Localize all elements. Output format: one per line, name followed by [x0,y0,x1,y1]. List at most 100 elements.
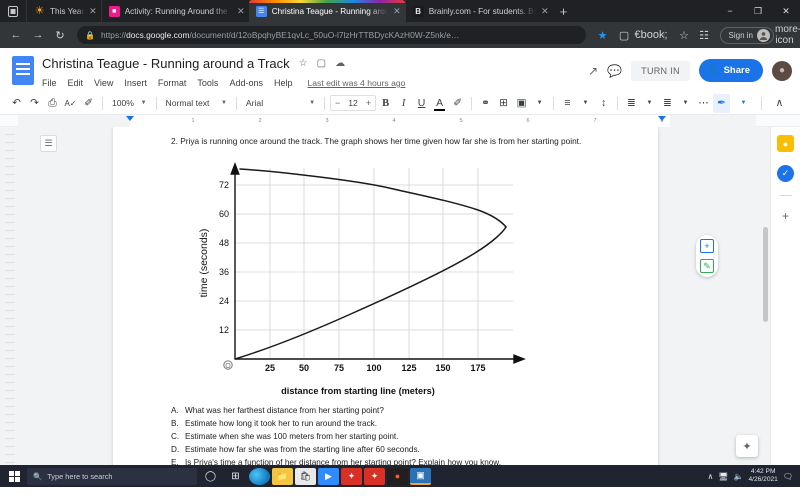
google-keep-icon[interactable]: ● [777,135,794,152]
cortana-icon[interactable]: ◯ [199,467,222,486]
document-outline-icon[interactable]: ☰ [40,135,57,152]
immersive-reader-icon[interactable]: €book; [635,29,668,41]
print-button[interactable]: ⎙ [44,94,61,113]
menu-format[interactable]: Format [158,78,187,88]
windows-start-icon[interactable] [3,470,25,482]
menu-view[interactable]: View [94,78,113,88]
tray-chevron-icon[interactable]: ∧ [708,472,714,481]
suggest-edit-icon[interactable]: ✎ [700,259,714,273]
google-docs-logo[interactable] [12,56,34,85]
insert-image-button[interactable]: ▣ [513,94,530,113]
browser-tab-christina-teague[interactable]: ☰ Christina Teague - Running arou ✕ [248,0,405,22]
file-explorer-icon[interactable]: 📁 [272,467,293,485]
highlight-color-button[interactable]: ✐ [449,94,466,113]
menu-edit[interactable]: Edit [68,78,84,88]
align-button[interactable]: ≡ [559,94,576,113]
network-icon[interactable]: 🖥 [718,472,728,481]
close-icon[interactable]: ✕ [393,6,401,17]
ruler-track[interactable]: 1 2 3 4 5 6 7 8 [18,114,756,127]
spellcheck-button[interactable]: A✓ [62,94,79,113]
forward-button[interactable]: → [28,29,48,41]
left-indent-marker[interactable] [126,115,134,121]
list-item[interactable]: C. Estimate when she was 100 meters from… [171,431,600,444]
italic-button[interactable]: I [395,94,412,113]
volume-icon[interactable]: 🔈 [734,472,744,481]
page-title[interactable]: Christina Teague - Running around a Trac… [42,56,290,71]
page-scroll-area[interactable]: ☰ 2. Priya is running once around the tr… [18,127,770,465]
line-spacing-button[interactable]: ↕ [595,94,612,113]
menu-help[interactable]: Help [274,78,293,88]
browser-tab-this-year[interactable]: ☀ This Year ✕ [26,0,101,22]
list-item[interactable]: B. Estimate how long it took her to run … [171,418,600,431]
clock[interactable]: 4:42 PM 4/26/2021 [749,468,778,484]
vertical-scrollbar[interactable] [763,227,768,322]
add-on-plus-icon[interactable]: + [782,209,789,223]
question-text[interactable]: 2. Priya is running once around the trac… [171,135,600,148]
avatar[interactable]: ● [772,60,792,81]
new-tab-button[interactable]: + [553,0,575,22]
right-indent-marker[interactable] [658,115,666,121]
reload-button[interactable]: ↻ [50,29,70,42]
close-icon[interactable]: ✕ [237,6,245,17]
active-app-icon[interactable]: ▣ [410,467,431,485]
add-comment-button[interactable]: ⊞ [495,94,512,113]
more-options-button[interactable]: ⋯ [695,94,712,113]
list-item[interactable]: D. Estimate how far she was from the sta… [171,444,600,457]
list-item[interactable]: A. What was her farthest distance from h… [171,405,600,418]
minimize-button[interactable]: − [716,6,744,16]
zoom-select[interactable]: 100% ▼ [108,98,151,108]
add-comment-icon[interactable]: + [700,239,714,253]
font-size-stepper[interactable]: − 12 + [330,95,377,111]
move-to-folder-icon[interactable]: ▢ [317,58,326,69]
underline-button[interactable]: U [413,94,430,113]
photoshop-icon-2[interactable]: ✦ [364,467,385,485]
photoshop-icon-1[interactable]: ✦ [341,467,362,485]
more-icon[interactable]: more-icon [775,24,800,46]
google-tasks-icon[interactable]: ✓ [777,165,794,182]
chevron-down-icon[interactable]: ▼ [735,94,752,113]
undo-button[interactable]: ↶ [8,94,25,113]
list-item[interactable]: E. Is Priya's time a function of her dis… [171,457,600,465]
extensions-icon[interactable]: ☷ [695,29,714,42]
menu-addons[interactable]: Add-ons [229,78,263,88]
close-icon[interactable]: ✕ [541,6,549,17]
menu-insert[interactable]: Insert [124,78,147,88]
address-bar[interactable]: 🔒 https://docs.google.com/document/d/12o… [77,26,586,44]
menu-tools[interactable]: Tools [197,78,218,88]
favorites-icon[interactable]: ☆ [675,29,694,42]
dark-app-icon[interactable]: ● [387,467,408,485]
text-color-button[interactable]: A [431,94,448,113]
editing-mode-button[interactable]: ✒ [713,93,730,113]
numbered-list-button[interactable]: ≣ [623,94,640,113]
chevron-down-icon[interactable]: ▼ [577,94,594,113]
maximize-button[interactable]: ❐ [744,6,772,17]
activity-dashboard-icon[interactable]: ↗ [588,64,598,78]
last-edit-label[interactable]: Last edit was 4 hours ago [307,78,405,88]
browser-tab-activity[interactable]: ■ Activity: Running Around the Tra ✕ [100,0,249,22]
font-size-increase[interactable]: + [362,98,375,108]
font-size-decrease[interactable]: − [331,98,344,108]
chevron-down-icon[interactable]: ▼ [641,94,658,113]
font-select[interactable]: Arial ▼ [242,98,319,108]
browser-tab-brainly[interactable]: B Brainly.com - For students. By st ✕ [404,0,553,22]
comment-history-icon[interactable]: 💬 [607,64,622,78]
chevron-down-icon[interactable]: ▼ [677,94,694,113]
back-button[interactable]: ← [6,29,26,41]
close-window-button[interactable]: ✕ [772,6,800,17]
explore-icon[interactable]: ✦ [736,435,758,457]
star-icon[interactable]: ★ [593,29,613,42]
sign-in-button[interactable]: Sign in [719,26,774,44]
redo-button[interactable]: ↷ [26,94,43,113]
task-view-icon[interactable]: ⊞ [224,467,247,486]
hide-menus-button[interactable]: ∧ [771,94,788,113]
chevron-down-icon[interactable]: ▼ [531,94,548,113]
close-icon[interactable]: ✕ [89,6,97,17]
insert-link-button[interactable]: ⚭ [477,94,494,113]
share-button[interactable]: 👤 Share [698,59,763,82]
collections-icon[interactable]: ▢ [615,29,634,42]
menu-file[interactable]: File [42,78,57,88]
cloud-saved-icon[interactable]: ☁ [335,58,345,69]
notifications-icon[interactable]: 🗨 [783,472,793,481]
search-input[interactable]: 🔍 Type here to search [27,467,197,485]
microsoft-store-icon[interactable]: 🛍 [295,467,316,485]
